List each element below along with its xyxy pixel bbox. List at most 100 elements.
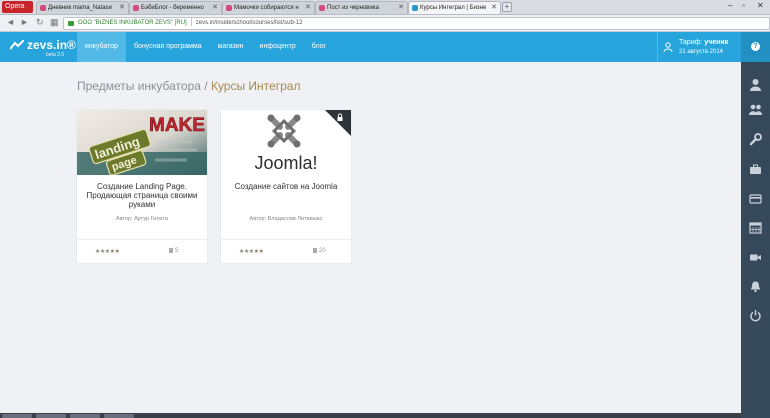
url-field[interactable]: ООО "BIZNES INKUBATOR ZEVS" [RU] zevs.in/… (63, 17, 770, 30)
breadcrumb-current: Курсы Интеграл (210, 79, 301, 93)
menu-item-blog[interactable]: блог (304, 32, 334, 62)
sidebar-item-notifications[interactable] (741, 272, 770, 301)
user-icon (750, 79, 761, 91)
logo-beta: beta 2.0 (46, 52, 65, 58)
plan-value: ученик (704, 39, 729, 46)
logo-mark-icon (10, 40, 24, 50)
right-sidebar (741, 62, 770, 418)
minimize-icon[interactable]: – (728, 1, 732, 10)
speed-dial-icon[interactable]: ▦ (50, 17, 59, 28)
calendar-icon (749, 222, 762, 234)
menu-item-incubator[interactable]: инкубатор (77, 32, 126, 62)
help-icon: ? (751, 42, 760, 51)
tab-label: Пост из черновика (327, 5, 379, 11)
tab-label: Курсы Интеграл | Бизне (420, 5, 487, 11)
tab-favicon-icon (133, 5, 139, 11)
browser-tab-bar: Opera Дневник mama_Natasи ✕ БэбиБлог - б… (0, 0, 770, 15)
browser-tab[interactable]: Мамочки собираются н ✕ (222, 1, 315, 14)
tab-favicon-icon (319, 5, 325, 11)
lesson-count-value: 5 (175, 248, 179, 254)
os-taskbar (0, 413, 741, 418)
new-tab-button[interactable]: + (502, 2, 512, 12)
card-divider (77, 239, 207, 240)
browser-tab[interactable]: БэбиБлог - беременно ✕ (129, 1, 222, 14)
url-text[interactable]: zevs.in/inside/school/courses/list/sub-1… (196, 20, 303, 26)
sidebar-item-calendar[interactable] (741, 213, 770, 242)
sidebar-item-payments[interactable] (741, 184, 770, 213)
lesson-count-value: 20 (319, 248, 326, 254)
browser-tab-active[interactable]: Курсы Интеграл | Бизне ✕ (408, 1, 501, 14)
taskbar-item[interactable] (70, 414, 100, 418)
address-toolbar: ◄ ► ↻ ▦ ООО "BIZNES INKUBATOR ZEVS" [RU]… (0, 15, 770, 32)
certificate-label[interactable]: ООО "BIZNES INKUBATOR ZEVS" [RU] (78, 20, 187, 26)
bell-icon (750, 281, 761, 293)
forward-icon[interactable]: ► (20, 17, 29, 27)
briefcase-icon (750, 164, 761, 174)
course-title[interactable]: Создание Landing Page. Продающая страниц… (81, 182, 203, 209)
thumb-word-joomla: Joomla! (254, 153, 317, 173)
author-label: Автор: (116, 216, 133, 222)
plan-info[interactable]: Тариф: ученик (679, 39, 728, 46)
course-title[interactable]: Создание сайтов на Joomla (225, 182, 347, 191)
tab-close-icon[interactable]: ✕ (212, 2, 218, 14)
tab-favicon-icon (412, 5, 418, 11)
site-header: zevs.in® beta 2.0 инкубатор бонусная про… (0, 32, 770, 62)
reload-icon[interactable]: ↻ (36, 17, 44, 28)
close-window-icon[interactable]: ✕ (757, 1, 764, 10)
help-button[interactable]: ? (741, 32, 770, 62)
browser-tab[interactable]: Пост из черновика ✕ (315, 1, 408, 14)
main-menu: инкубатор бонусная программа магазин инф… (77, 32, 334, 62)
thumb-word-make: MAKE (149, 115, 205, 136)
plan-date: 21 августа 2014 (679, 49, 724, 55)
lesson-count: 20 (313, 248, 326, 254)
lesson-count: 5 (169, 248, 178, 254)
course-card[interactable]: Joomla! Создание сайтов на Joomla Автор:… (221, 110, 351, 263)
logo-text: zevs.in® (27, 38, 76, 52)
author-name: Владислав Литвишко (267, 216, 323, 222)
author-label: Автор: (249, 216, 267, 222)
menu-item-shop[interactable]: магазин (210, 32, 252, 62)
course-thumbnail: MAKE landing page (77, 110, 207, 175)
card-divider (221, 239, 351, 240)
taskbar-item[interactable] (36, 414, 66, 418)
user-icon[interactable] (663, 42, 673, 52)
author-name: Артур Гилета (134, 216, 168, 222)
opera-menu-button[interactable]: Opera (2, 1, 33, 13)
course-thumbnail: Joomla! (221, 110, 351, 175)
menu-item-infocenter[interactable]: инфоцентр (252, 32, 304, 62)
taskbar-item[interactable] (104, 414, 134, 418)
sidebar-item-video[interactable] (741, 243, 770, 272)
sidebar-item-team[interactable] (741, 95, 770, 124)
power-icon (750, 310, 761, 322)
breadcrumb-root[interactable]: Предметы инкубатора / (77, 79, 211, 93)
tab-label: БэбиБлог - беременно (141, 5, 204, 11)
document-icon (169, 248, 173, 253)
header-divider (657, 32, 658, 62)
landing-page-illustration: MAKE landing page (77, 110, 207, 175)
document-icon (313, 248, 317, 253)
tab-close-icon[interactable]: ✕ (398, 2, 404, 14)
wrench-icon (749, 133, 762, 146)
sidebar-item-tools[interactable] (741, 125, 770, 154)
taskbar-item[interactable] (2, 414, 32, 418)
video-icon (750, 254, 761, 261)
course-author: Автор: Артур Гилета (77, 216, 207, 222)
url-separator (190, 18, 192, 27)
tab-close-icon[interactable]: ✕ (305, 2, 311, 14)
back-icon[interactable]: ◄ (6, 17, 15, 27)
course-author: Автор: Владислав Литвишко (221, 216, 351, 222)
group-icon (749, 104, 762, 115)
sidebar-item-business[interactable] (741, 155, 770, 184)
joomla-illustration: Joomla! (221, 110, 351, 175)
course-card[interactable]: MAKE landing page Создание Landing Page.… (77, 110, 207, 263)
menu-item-bonus[interactable]: бонусная программа (126, 32, 210, 62)
browser-tab[interactable]: Дневник mama_Natasи ✕ (36, 1, 129, 14)
sidebar-item-logout[interactable] (741, 301, 770, 330)
tab-label: Мамочки собираются н (234, 5, 299, 11)
tab-close-icon[interactable]: ✕ (119, 2, 125, 14)
tab-favicon-icon (40, 5, 46, 11)
card-icon (749, 194, 762, 204)
maximize-icon[interactable]: ▫ (742, 1, 745, 10)
tab-close-icon[interactable]: ✕ (491, 2, 497, 14)
page-title: Предметы инкубатора / Курсы Интеграл (77, 79, 300, 93)
